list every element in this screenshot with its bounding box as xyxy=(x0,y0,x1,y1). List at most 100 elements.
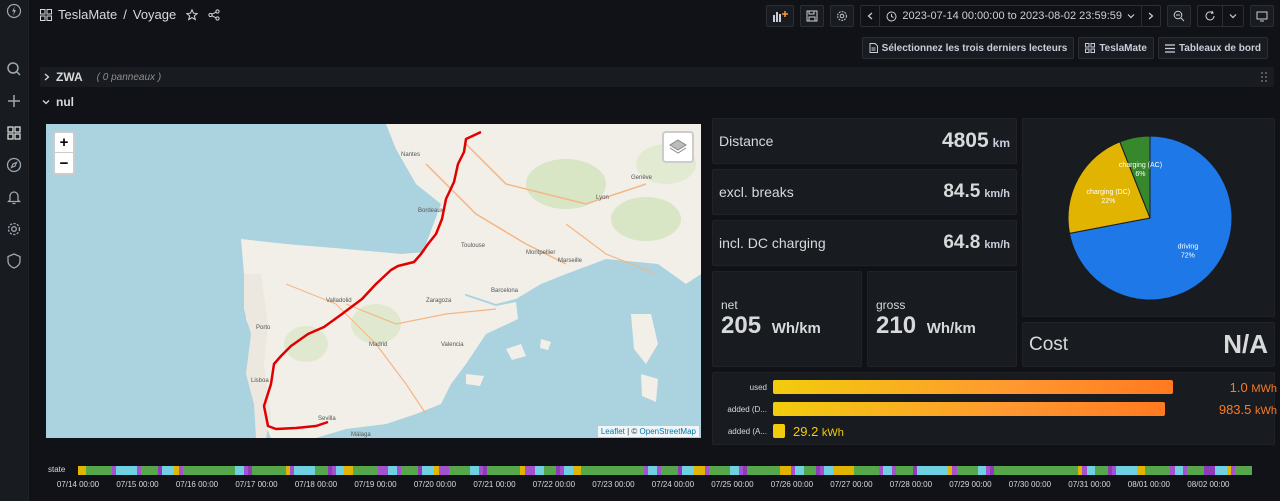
plus-icon[interactable] xyxy=(5,92,23,110)
explore-compass-icon[interactable] xyxy=(5,156,23,174)
timeline-segment[interactable] xyxy=(140,466,158,475)
incl-dc-value: 64.8 xyxy=(943,232,981,253)
gear-icon[interactable] xyxy=(5,220,23,238)
timeline-segment[interactable] xyxy=(1136,466,1146,475)
chevron-down-icon xyxy=(1127,14,1135,19)
timeline-segment[interactable] xyxy=(1235,466,1253,475)
state-timeline[interactable] xyxy=(78,466,1253,475)
refresh-interval-button[interactable] xyxy=(1223,6,1243,26)
timeline-segment[interactable] xyxy=(730,466,739,475)
timeline-segment[interactable] xyxy=(1095,466,1108,475)
timeline-segment[interactable] xyxy=(235,466,244,475)
breadcrumb-folder[interactable]: TeslaMate xyxy=(58,7,117,22)
timeline-segment[interactable] xyxy=(388,466,397,475)
timeline-segment[interactable] xyxy=(377,466,389,475)
timeline-segment[interactable] xyxy=(694,466,705,475)
add-panel-button[interactable] xyxy=(766,5,795,27)
timeline-tick-label: 08/02 00:00 xyxy=(1187,480,1230,489)
timeline-segment[interactable] xyxy=(400,466,418,475)
shield-icon[interactable] xyxy=(5,252,23,270)
timeline-segment[interactable] xyxy=(1086,466,1095,475)
timeline-segment[interactable] xyxy=(293,466,315,475)
recent-drives-link[interactable]: Sélectionnez les trois derniers lecteurs xyxy=(861,37,1075,59)
pie-slice-label: charging (AC) xyxy=(1119,162,1162,169)
timeline-segment[interactable] xyxy=(335,466,345,475)
timeline-segment[interactable] xyxy=(535,466,544,475)
dashboards-link[interactable]: Tableaux de bord xyxy=(1157,37,1268,59)
page-title[interactable]: Voyage xyxy=(133,7,176,22)
timeline-segment[interactable] xyxy=(78,466,87,475)
timeline-segment[interactable] xyxy=(883,466,892,475)
time-back-button[interactable] xyxy=(861,6,881,26)
chevron-right-icon xyxy=(1148,12,1154,20)
timeline-segment[interactable] xyxy=(780,466,791,475)
zoom-out-time-button[interactable] xyxy=(1167,5,1191,27)
map-zoom-in-button[interactable]: + xyxy=(55,133,73,153)
timeline-segment[interactable] xyxy=(581,466,645,475)
teslamate-link[interactable]: TeslaMate xyxy=(1078,37,1154,59)
timeline-segment[interactable] xyxy=(832,466,854,475)
timeline-segment[interactable] xyxy=(746,466,781,475)
timeline-segment[interactable] xyxy=(956,466,978,475)
timeline-segment[interactable] xyxy=(1174,466,1184,475)
row-nul[interactable]: nul xyxy=(40,92,74,112)
excl-breaks-unit: km/h xyxy=(984,188,1010,200)
timeline-segment[interactable] xyxy=(352,466,378,475)
timeline-segment[interactable] xyxy=(115,466,137,475)
time-range-button[interactable]: 2023-07-14 00:00:00 to 2023-08-02 23:59:… xyxy=(880,6,1142,26)
route-map[interactable]: Bordeaux Toulouse Marseille Valladolid M… xyxy=(46,124,701,438)
timeline-segment[interactable] xyxy=(1204,466,1215,475)
timeline-segment[interactable] xyxy=(803,466,817,475)
timeline-segment[interactable] xyxy=(182,466,236,475)
timeline-segment[interactable] xyxy=(421,466,435,475)
share-icon[interactable] xyxy=(208,8,220,21)
map-zoom-out-button[interactable]: − xyxy=(55,153,73,173)
timeline-segment[interactable] xyxy=(572,466,582,475)
timeline-segment[interactable] xyxy=(470,466,479,475)
leaflet-link[interactable]: Leaflet xyxy=(601,427,625,436)
dashboard-links: Sélectionnez les trois derniers lecteurs… xyxy=(861,37,1268,59)
timeline-segment[interactable] xyxy=(795,466,804,475)
timeline-segment[interactable] xyxy=(344,466,353,475)
timeline-segment[interactable] xyxy=(824,466,833,475)
timeline-segment[interactable] xyxy=(916,466,949,475)
timeline-segment[interactable] xyxy=(977,466,986,475)
timeline-segment[interactable] xyxy=(994,466,1079,475)
timeline-segment[interactable] xyxy=(1214,466,1228,475)
timeline-segment[interactable] xyxy=(1187,466,1205,475)
tv-mode-button[interactable] xyxy=(1250,5,1274,27)
dashboards-icon[interactable] xyxy=(5,124,23,142)
timeline-segment[interactable] xyxy=(564,466,573,475)
drag-handle-icon[interactable] xyxy=(1260,71,1268,83)
timeline-segment[interactable] xyxy=(853,466,879,475)
star-icon[interactable] xyxy=(186,8,199,21)
timeline-segment[interactable] xyxy=(486,466,521,475)
timeline-segment[interactable] xyxy=(1145,466,1171,475)
timeline-segment[interactable] xyxy=(709,466,731,475)
timeline-tick-label: 07/22 00:00 xyxy=(532,480,576,489)
grafana-logo-icon[interactable] xyxy=(6,3,22,19)
refresh-button[interactable] xyxy=(1198,6,1223,26)
timeline-segment[interactable] xyxy=(161,466,175,475)
timeline-segment[interactable] xyxy=(895,466,913,475)
time-forward-button[interactable] xyxy=(1142,6,1160,26)
timeline-segment[interactable] xyxy=(660,466,678,475)
zoom-out-icon xyxy=(1173,10,1185,22)
timeline-segment[interactable] xyxy=(252,466,286,475)
timeline-segment[interactable] xyxy=(314,466,328,475)
save-dashboard-button[interactable] xyxy=(800,5,825,27)
timeline-segment[interactable] xyxy=(449,466,471,475)
osm-link[interactable]: OpenStreetMap xyxy=(640,427,696,436)
timeline-segment[interactable] xyxy=(86,466,112,475)
timeline-segment[interactable] xyxy=(1115,466,1137,475)
timeline-segment[interactable] xyxy=(681,466,695,475)
timeline-segment[interactable] xyxy=(438,466,450,475)
row-zwa[interactable]: ZWA ( 0 panneaux ) xyxy=(40,67,1274,87)
bell-icon[interactable] xyxy=(5,188,23,206)
timeline-segment[interactable] xyxy=(648,466,657,475)
map-layers-button[interactable] xyxy=(662,131,694,163)
timeline-segment[interactable] xyxy=(524,466,536,475)
search-icon[interactable] xyxy=(5,60,23,78)
timeline-segment[interactable] xyxy=(543,466,557,475)
settings-button[interactable] xyxy=(830,5,855,27)
